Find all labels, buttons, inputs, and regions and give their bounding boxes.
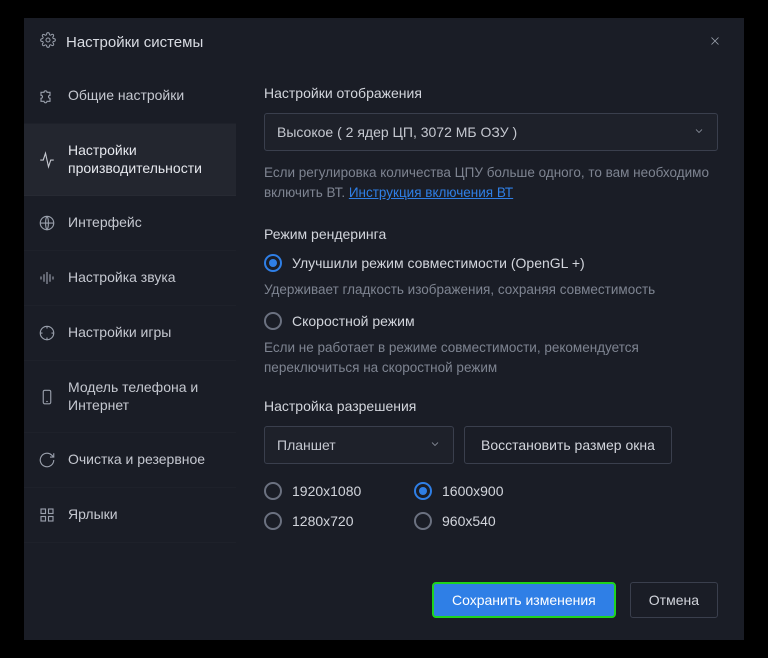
render-opt-desc: Удерживает гладкость изображения, сохран… (264, 280, 718, 300)
resolution-mode-select[interactable]: Планшет (264, 426, 454, 464)
render-mode-title: Режим рендеринга (264, 226, 718, 242)
sidebar-item-game[interactable]: Настройки игры (24, 306, 236, 361)
save-button[interactable]: Сохранить изменения (432, 582, 616, 618)
sidebar-item-label: Общие настройки (68, 87, 184, 105)
resolution-opt-1280[interactable]: 1280x720 (264, 512, 414, 530)
sidebar-item-interface[interactable]: Интерфейс (24, 196, 236, 251)
resolution-opt-960[interactable]: 960x540 (414, 512, 564, 530)
puzzle-icon (38, 87, 56, 105)
resolution-opt-label: 1280x720 (292, 513, 354, 529)
main-panel: Настройки отображения Высокое ( 2 ядер Ц… (236, 69, 744, 564)
content: Общие настройки Настройки производительн… (24, 69, 744, 564)
sidebar-item-label: Модель телефона и Интернет (68, 379, 222, 414)
radio-icon (264, 512, 282, 530)
resolution-options: 1920x1080 1600x900 1280x720 960x540 (264, 482, 718, 530)
sidebar-item-label: Ярлыки (68, 506, 118, 524)
close-button[interactable] (702, 30, 728, 55)
display-settings-title: Настройки отображения (264, 85, 718, 101)
resolution-opt-1600[interactable]: 1600x900 (414, 482, 564, 500)
radio-icon (414, 512, 432, 530)
settings-window: Настройки системы Общие настройки Настро… (24, 18, 744, 640)
display-mode-select[interactable]: Высокое ( 2 ядер ЦП, 3072 МБ ОЗУ ) (264, 113, 718, 151)
titlebar: Настройки системы (24, 18, 744, 69)
render-opt-speed[interactable]: Скоростной режим (264, 312, 718, 330)
activity-icon (38, 151, 56, 169)
render-opt-label: Улучшили режим совместимости (OpenGL +) (292, 255, 585, 271)
chevron-down-icon (429, 437, 441, 453)
sidebar-item-general[interactable]: Общие настройки (24, 69, 236, 124)
resolution-opt-label: 1600x900 (442, 483, 504, 499)
sidebar: Общие настройки Настройки производительн… (24, 69, 236, 564)
sidebar-item-sound[interactable]: Настройка звука (24, 251, 236, 306)
vt-instruction-link[interactable]: Инструкция включения ВТ (349, 185, 513, 200)
sidebar-item-shortcuts[interactable]: Ярлыки (24, 488, 236, 543)
globe-icon (38, 214, 56, 232)
sidebar-item-phone[interactable]: Модель телефона и Интернет (24, 361, 236, 433)
gear-icon (40, 32, 56, 53)
chevron-down-icon (693, 124, 705, 140)
sidebar-item-label: Настройки игры (68, 324, 171, 342)
display-mode-value: Высокое ( 2 ядер ЦП, 3072 МБ ОЗУ ) (277, 124, 517, 140)
refresh-icon (38, 451, 56, 469)
cancel-button[interactable]: Отмена (630, 582, 718, 618)
sound-icon (38, 269, 56, 287)
gamepad-icon (38, 324, 56, 342)
sidebar-item-cleanup[interactable]: Очистка и резервное (24, 433, 236, 488)
resolution-opt-label: 960x540 (442, 513, 496, 529)
render-opt-label: Скоростной режим (292, 313, 415, 329)
grid-icon (38, 506, 56, 524)
sidebar-item-label: Очистка и резервное (68, 451, 205, 469)
resolution-opt-label: 1920x1080 (292, 483, 361, 499)
resolution-mode-value: Планшет (277, 437, 336, 453)
resolution-opt-1920[interactable]: 1920x1080 (264, 482, 414, 500)
footer: Сохранить изменения Отмена (24, 564, 744, 640)
sidebar-item-label: Настройки производительности (68, 142, 222, 177)
sidebar-item-performance[interactable]: Настройки производительности (24, 124, 236, 196)
sidebar-item-label: Настройка звука (68, 269, 176, 287)
reset-window-size-button[interactable]: Восстановить размер окна (464, 426, 672, 464)
radio-icon (264, 312, 282, 330)
resolution-title: Настройка разрешения (264, 398, 718, 414)
window-title: Настройки системы (66, 34, 203, 51)
radio-icon (264, 254, 282, 272)
phone-icon (38, 388, 56, 406)
render-opt-compat[interactable]: Улучшили режим совместимости (OpenGL +) (264, 254, 718, 272)
radio-icon (414, 482, 432, 500)
display-hint: Если регулировка количества ЦПУ больше о… (264, 163, 718, 204)
radio-icon (264, 482, 282, 500)
sidebar-item-label: Интерфейс (68, 214, 142, 232)
render-opt-desc: Если не работает в режиме совместимости,… (264, 338, 718, 379)
